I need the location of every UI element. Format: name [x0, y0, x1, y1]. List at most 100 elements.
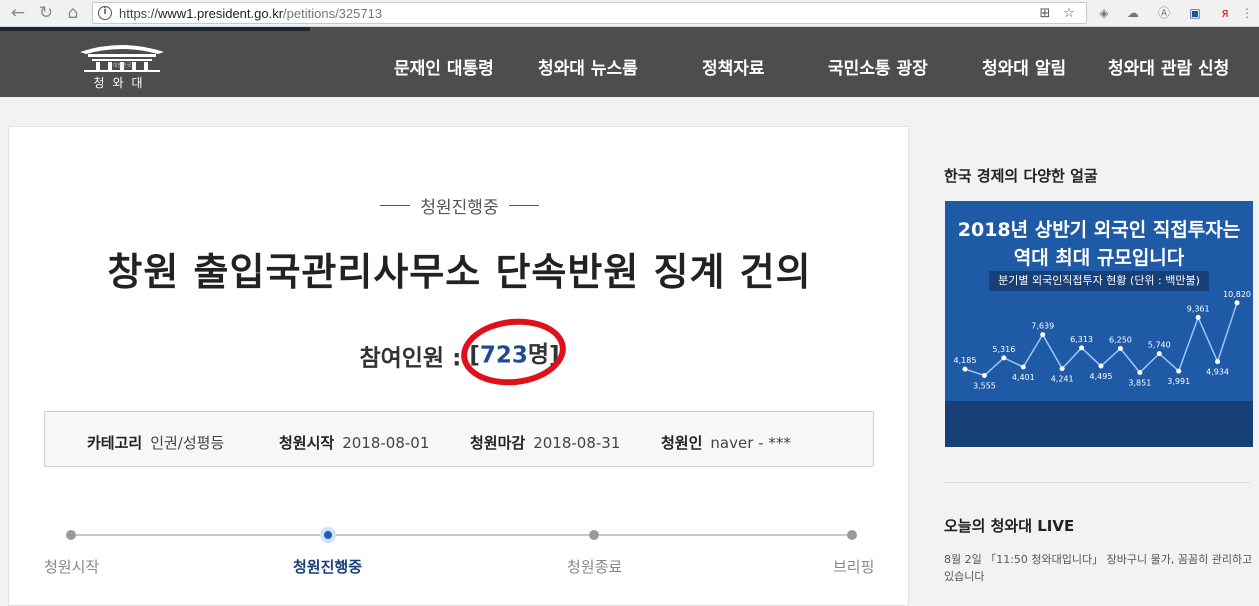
menu-moonjaein[interactable]: 문재인 대통령 [394, 54, 494, 79]
fdi-point [1234, 300, 1240, 306]
fdi-point-label: 4,241 [1051, 375, 1074, 384]
bluehouse-roof-icon: 대한민국 [80, 45, 164, 72]
petition-info-box: 카테고리 인권/성평등 청원시작 2018-08-01 청원마감 2018-08-31… [44, 411, 874, 467]
site-header: 대한민국 청와대 문재인 대통령 청와대 뉴스룸 정책자료 국민소통 광장 청와… [0, 27, 1259, 97]
fdi-point [1040, 332, 1046, 338]
reload-icon[interactable]: ↻ [36, 4, 56, 24]
browser-menu-icon[interactable]: ⋮ [1238, 4, 1256, 22]
count-label: 참여인원 : [359, 345, 462, 372]
fdi-point-label: 3,851 [1128, 378, 1151, 387]
fdi-point [1001, 355, 1007, 361]
status-line-right [508, 205, 539, 206]
fdi-point [1176, 368, 1182, 374]
url-path: /petitions/325713 [283, 6, 383, 21]
fdi-banner[interactable]: 4,185 3,555 5,316 4,401 7,639 4,241 6,313 4,495… [945, 201, 1253, 447]
url-text: https://www1.president.go.kr/petitions/3… [119, 6, 382, 21]
step-in-progress: 청원진행중 [293, 558, 363, 576]
petition-panel: 청원진행중 창원 출입국관리사무소 단속반원 징계 건의 참여인원 : [723… [8, 126, 909, 606]
fdi-point-label: 5,316 [992, 345, 1015, 354]
menu-policy[interactable]: 정책자료 [702, 54, 765, 79]
bookmark-star-icon[interactable]: ☆ [1061, 6, 1077, 22]
fdi-point-label: 5,740 [1148, 341, 1171, 350]
back-arrow-icon[interactable]: ← [8, 4, 28, 24]
url-host: www1.president.go.kr [158, 6, 284, 21]
red-highlight-circle [457, 313, 570, 391]
address-bar[interactable]: i https://www1.president.go.kr/petitions… [92, 2, 1087, 24]
progress-track [71, 534, 853, 536]
info-petitioner-key: 청원인 [661, 434, 703, 452]
menu-tour[interactable]: 청와대 관람 신청 [1108, 54, 1229, 79]
info-petitioner: 청원인 naver - *** [661, 432, 791, 453]
column-divider [908, 126, 909, 606]
fdi-point [1156, 351, 1162, 357]
page-loading-bar [0, 27, 310, 31]
step-closed: 청원종료 [567, 558, 623, 576]
status-text: 청원진행중 [420, 198, 499, 218]
step-briefing: 브리핑 [833, 558, 875, 576]
progress-dot-end [589, 530, 599, 540]
extension-a-icon[interactable]: Ⓐ [1155, 4, 1173, 22]
cheongwadae-logo[interactable]: 대한민국 청와대 [74, 40, 170, 90]
fdi-point-label: 4,495 [1090, 372, 1113, 381]
fdi-point [1020, 364, 1026, 370]
svg-text:대한민국: 대한민국 [113, 62, 132, 69]
logo-text: 청와대 [93, 76, 151, 90]
fdi-point-label: 4,185 [954, 356, 977, 365]
fdi-point [1098, 363, 1104, 369]
progress-dot-active [320, 527, 336, 543]
fdi-point-label: 3,555 [973, 381, 996, 390]
fdi-point-label: 10,820 [1223, 290, 1251, 299]
menu-notice[interactable]: 청와대 알림 [982, 54, 1066, 79]
info-end: 청원마감 2018-08-31 [470, 432, 620, 453]
fdi-point-label: 4,934 [1206, 368, 1229, 377]
menu-communication[interactable]: 국민소통 광장 [828, 54, 928, 79]
progress-dot-briefing [847, 530, 857, 540]
info-start: 청원시작 2018-08-01 [279, 432, 429, 453]
progress-dot-active-inner [324, 531, 332, 539]
participant-count: 참여인원 : [723명] [9, 335, 910, 373]
url-scheme: https:// [119, 6, 159, 21]
fdi-point [1215, 359, 1221, 365]
sidebar-economy-title: 한국 경제의 다양한 얼굴 [944, 167, 1098, 185]
petition-title: 창원 출입국관리사무소 단속반원 징계 건의 [107, 250, 812, 294]
status-line-left [380, 205, 411, 206]
translate-icon[interactable]: ⊞ [1037, 6, 1053, 22]
fdi-point-label: 3,991 [1167, 377, 1190, 386]
info-end-value: 2018-08-31 [533, 434, 621, 452]
info-icon[interactable]: i [98, 6, 112, 20]
fdi-point-label: 4,401 [1012, 373, 1035, 382]
info-start-key: 청원시작 [279, 434, 335, 452]
fdi-point [1059, 366, 1065, 372]
fdi-point-label: 6,250 [1109, 336, 1132, 345]
info-category: 카테고리 인권/성평등 [87, 432, 224, 453]
extension-cloud-icon[interactable]: ☁ [1124, 4, 1142, 22]
extension-yandex-icon[interactable]: я [1216, 4, 1234, 22]
fdi-point-label: 7,639 [1031, 322, 1054, 331]
info-petitioner-value: naver - *** [710, 434, 791, 452]
info-category-key: 카테고리 [87, 434, 143, 452]
home-icon[interactable]: ⌂ [63, 4, 83, 24]
info-category-value: 인권/성평등 [150, 434, 225, 452]
info-end-key: 청원마감 [470, 434, 526, 452]
banner-subtitle: 분기별 외국인직접투자 현황 (단위 : 백만불) [989, 271, 1209, 291]
banner-headline-2: 역대 최대 규모입니다 [1013, 247, 1185, 269]
petition-status: 청원진행중 [9, 193, 910, 218]
sidebar-divider [944, 482, 1250, 483]
fdi-point-label: 6,313 [1070, 335, 1093, 344]
browser-toolbar: ← ↻ ⌂ i https://www1.president.go.kr/pet… [0, 0, 1259, 27]
menu-newsroom[interactable]: 청와대 뉴스룸 [538, 54, 638, 79]
fdi-point [1079, 345, 1085, 351]
fdi-point [981, 372, 987, 378]
banner-base-band [945, 401, 1253, 447]
extension-shield-icon[interactable]: ◈ [1095, 4, 1113, 22]
extension-square-icon[interactable]: ▣ [1186, 4, 1204, 22]
sidebar-live-title: 오늘의 청와대 LIVE [944, 517, 1075, 535]
banner-headline-1: 2018년 상반기 외국인 직접투자는 [957, 219, 1241, 241]
fdi-point [1117, 346, 1123, 351]
fdi-point [1137, 369, 1143, 375]
sidebar-news-item[interactable]: 8월 2일 「11:50 청와대입니다」 장바구니 물가, 꼼꼼히 관리하고 있… [944, 551, 1254, 585]
fdi-point [1195, 314, 1201, 320]
progress-dot-start [66, 530, 76, 540]
fdi-point [962, 366, 968, 372]
fdi-point-label: 9,361 [1187, 304, 1210, 313]
